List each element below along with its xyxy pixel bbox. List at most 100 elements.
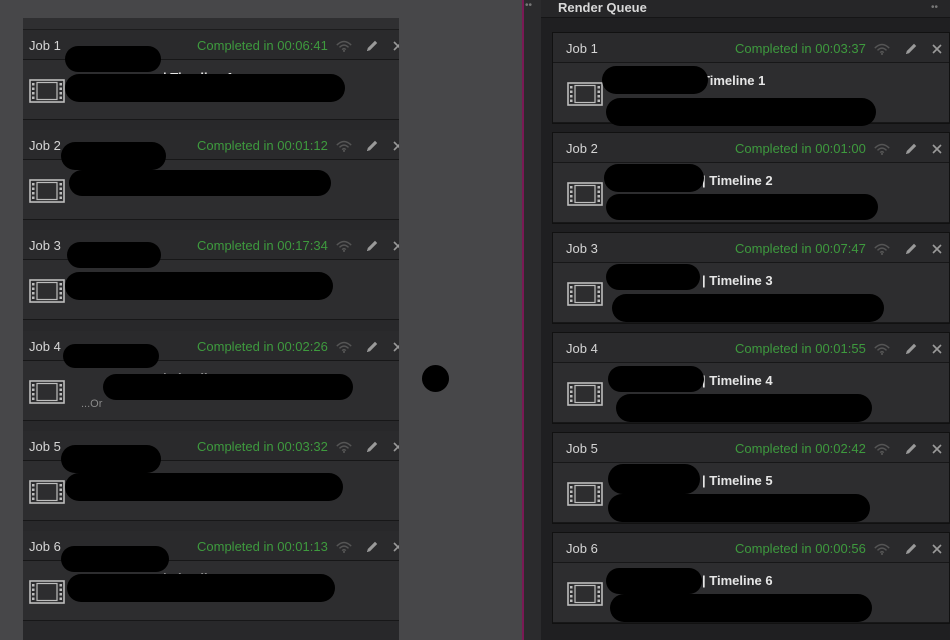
redaction-mark	[65, 473, 343, 501]
pencil-icon[interactable]	[363, 539, 381, 555]
signal-icon	[335, 339, 353, 355]
panel-divider[interactable]	[522, 0, 524, 640]
left-panel-header	[23, 18, 399, 30]
black-dot-marker	[422, 365, 449, 392]
job-status: Completed in 00:17:34	[197, 238, 328, 253]
right-panel-left-strip	[524, 0, 541, 640]
job-status: Completed in 00:01:55	[735, 341, 866, 356]
redaction-mark	[606, 568, 702, 594]
pencil-icon[interactable]	[902, 41, 920, 57]
film-clip-icon	[29, 179, 65, 208]
signal-icon	[335, 138, 353, 154]
job-status: Completed in 00:01:00	[735, 141, 866, 156]
redaction-mark	[65, 74, 345, 102]
film-clip-icon	[29, 480, 65, 509]
redaction-mark	[61, 142, 166, 170]
job-header: Job 3 Completed in 00:07:47	[553, 233, 949, 263]
redaction-mark	[61, 546, 169, 572]
job-title: Job 6	[566, 541, 598, 556]
pencil-icon[interactable]	[902, 441, 920, 457]
film-clip-icon	[567, 182, 603, 211]
film-clip-icon	[29, 580, 65, 609]
pencil-icon[interactable]	[902, 141, 920, 157]
redaction-mark	[103, 374, 353, 400]
pencil-icon[interactable]	[363, 339, 381, 355]
job-title: Job 1	[566, 41, 598, 56]
film-clip-icon	[567, 482, 603, 511]
left-render-queue-panel: Job 1Completed in 00:06:41| Timeline 1Jo…	[23, 18, 399, 640]
redaction-mark	[608, 366, 704, 392]
signal-icon	[873, 441, 891, 457]
job-title: Job 4	[566, 341, 598, 356]
job-title: Job 2	[29, 138, 61, 153]
signal-icon	[873, 41, 891, 57]
job-status: Completed in 00:02:26	[197, 339, 328, 354]
redaction-mark	[65, 272, 333, 300]
job-output-path: ...Or	[81, 398, 103, 410]
redaction-mark	[608, 464, 700, 494]
redaction-mark	[606, 98, 876, 126]
job-status: Completed in 00:00:56	[735, 541, 866, 556]
pencil-icon[interactable]	[902, 341, 920, 357]
pencil-icon[interactable]	[902, 241, 920, 257]
job-status: Completed in 00:06:41	[197, 38, 328, 53]
job-header: Job 5 Completed in 00:02:42	[553, 433, 949, 463]
close-icon[interactable]	[928, 241, 946, 257]
close-icon[interactable]	[928, 441, 946, 457]
pencil-icon[interactable]	[363, 238, 381, 254]
redaction-mark	[61, 445, 161, 473]
film-clip-icon	[29, 79, 65, 108]
redaction-mark	[606, 264, 700, 290]
close-icon[interactable]	[389, 539, 399, 555]
close-icon[interactable]	[928, 41, 946, 57]
job-status: Completed in 00:03:32	[197, 439, 328, 454]
redaction-mark	[612, 294, 884, 322]
signal-icon	[335, 539, 353, 555]
close-icon[interactable]	[389, 339, 399, 355]
job-timeline: | Timeline 2	[702, 173, 773, 188]
signal-icon	[335, 238, 353, 254]
redaction-mark	[65, 46, 161, 72]
job-header: Job 4 Completed in 00:01:55	[553, 333, 949, 363]
signal-icon	[335, 38, 353, 54]
right-render-queue-panel: Job 1 Completed in 00:03:37 Timeline 1 Job …	[552, 32, 950, 632]
close-icon[interactable]	[389, 38, 399, 54]
redaction-mark	[69, 170, 331, 196]
job-title: Job 2	[566, 141, 598, 156]
close-icon[interactable]	[389, 238, 399, 254]
panel-options-icon[interactable]: ••	[931, 2, 938, 13]
job-title: Job 5	[566, 441, 598, 456]
close-icon[interactable]	[389, 138, 399, 154]
redaction-mark	[67, 574, 335, 602]
film-clip-icon	[567, 382, 603, 411]
pencil-icon[interactable]	[363, 38, 381, 54]
job-header: Job 1 Completed in 00:03:37	[553, 33, 949, 63]
job-title: Job 3	[29, 238, 61, 253]
job-title: Job 6	[29, 539, 61, 554]
job-status: Completed in 00:03:37	[735, 41, 866, 56]
close-icon[interactable]	[928, 341, 946, 357]
job-status: Completed in 00:02:42	[735, 441, 866, 456]
film-clip-icon	[29, 380, 65, 409]
pencil-icon[interactable]	[363, 439, 381, 455]
job-timeline: | Timeline 5	[702, 473, 773, 488]
redaction-mark	[608, 494, 870, 522]
close-icon[interactable]	[928, 541, 946, 557]
close-icon[interactable]	[389, 439, 399, 455]
drag-handle-icon[interactable]: ••	[525, 0, 532, 11]
signal-icon	[873, 141, 891, 157]
render-queue-title: Render Queue	[558, 0, 647, 15]
film-clip-icon	[29, 279, 65, 308]
job-status: Completed in 00:01:12	[197, 138, 328, 153]
job-title: Job 1	[29, 38, 61, 53]
pencil-icon[interactable]	[902, 541, 920, 557]
pencil-icon[interactable]	[363, 138, 381, 154]
job-status: Completed in 00:07:47	[735, 241, 866, 256]
film-clip-icon	[567, 582, 603, 611]
signal-icon	[335, 439, 353, 455]
job-timeline: | Timeline 4	[702, 373, 773, 388]
job-timeline: | Timeline 6	[702, 573, 773, 588]
close-icon[interactable]	[928, 141, 946, 157]
job-timeline: | Timeline 3	[702, 273, 773, 288]
film-clip-icon	[567, 82, 603, 111]
